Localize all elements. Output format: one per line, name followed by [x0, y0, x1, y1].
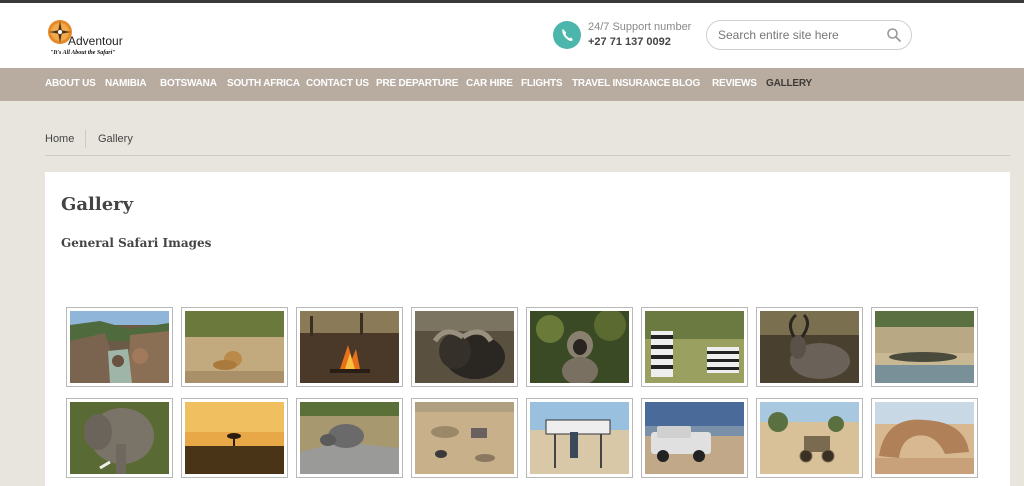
phone-badge[interactable]	[553, 21, 581, 49]
support-label: 24/7 Support number	[588, 21, 692, 33]
nav-namibia[interactable]: NAMIBIA	[105, 78, 147, 89]
gallery-thumb-lion-grass[interactable]	[181, 307, 288, 387]
gallery-thumb-canyon-river[interactable]	[66, 307, 173, 387]
gallery-thumb-rhino-road[interactable]	[296, 398, 403, 478]
elephant-image	[70, 402, 169, 474]
gallery-thumb-elephant[interactable]	[66, 398, 173, 478]
nav-south-africa[interactable]: SOUTH AFRICA	[227, 78, 300, 89]
campfire-image	[300, 311, 399, 383]
nav-reviews[interactable]: REVIEWS	[712, 78, 757, 89]
lion-grass-image	[185, 311, 284, 383]
nav-car-hire[interactable]: CAR HIRE	[466, 78, 513, 89]
logo-name: Adventour	[68, 34, 123, 48]
gallery-thumb-kudu[interactable]	[756, 307, 863, 387]
section-title: General Safari Images	[61, 236, 212, 250]
nav-about-us[interactable]: ABOUT US	[45, 78, 96, 89]
nav-contact-us[interactable]: CONTACT US	[306, 78, 369, 89]
pickup-truck-beach-image	[645, 402, 744, 474]
old-car-desert-image	[760, 402, 859, 474]
desert-camp-image	[415, 402, 514, 474]
nav-pre-departure[interactable]: PRE DEPARTURE	[376, 78, 458, 89]
search-icon[interactable]	[886, 27, 902, 43]
gallery-panel: Gallery General Safari Images	[45, 172, 1010, 486]
breadcrumb-current: Gallery	[98, 133, 133, 145]
gallery-thumb-vervet-monkey[interactable]	[526, 307, 633, 387]
nav-travel-insurance[interactable]: TRAVEL INSURANCE	[572, 78, 670, 89]
support-number[interactable]: +27 71 137 0092	[588, 36, 671, 48]
gallery-thumb-crocodile-riverbank[interactable]	[871, 307, 978, 387]
nav-blog[interactable]: BLOG	[672, 78, 700, 89]
gallery-thumb-zebras[interactable]	[641, 307, 748, 387]
breadcrumb-divider	[45, 155, 1010, 156]
main-nav: ABOUT US NAMIBIA BOTSWANA SOUTH AFRICA C…	[0, 68, 1024, 101]
gallery-thumb-savanna-sunset[interactable]	[181, 398, 288, 478]
rock-formation-image	[875, 402, 974, 474]
site-logo[interactable]: Adventour "It's All About the Safari"	[44, 16, 144, 60]
logo-tagline: "It's All About the Safari"	[50, 50, 116, 56]
gallery-thumb-desert-camp[interactable]	[411, 398, 518, 478]
savanna-sunset-image	[185, 402, 284, 474]
nav-botswana[interactable]: BOTSWANA	[160, 78, 217, 89]
site-header: Adventour "It's All About the Safari" 24…	[0, 3, 1024, 68]
site-search	[706, 20, 912, 50]
kudu-image	[760, 311, 859, 383]
crocodile-riverbank-image	[875, 311, 974, 383]
gallery-thumb-buffalo[interactable]	[411, 307, 518, 387]
gallery-thumb-campfire[interactable]	[296, 307, 403, 387]
nav-gallery[interactable]: GALLERY	[766, 78, 812, 89]
gallery-thumb-old-car-desert[interactable]	[756, 398, 863, 478]
vervet-monkey-image	[530, 311, 629, 383]
phone-icon	[562, 29, 573, 41]
zebras-image	[645, 311, 744, 383]
gallery-thumb-rock-formation[interactable]	[871, 398, 978, 478]
gallery-thumb-pickup-truck-beach[interactable]	[641, 398, 748, 478]
page-title: Gallery	[61, 194, 134, 215]
buffalo-image	[415, 311, 514, 383]
nav-flights[interactable]: FLIGHTS	[521, 78, 563, 89]
gallery-thumb-tropic-sign[interactable]	[526, 398, 633, 478]
rhino-road-image	[300, 402, 399, 474]
breadcrumb-home[interactable]: Home	[45, 133, 74, 145]
search-input[interactable]	[718, 27, 878, 43]
canyon-river-image	[70, 311, 169, 383]
breadcrumb-separator	[85, 130, 86, 148]
tropic-sign-image	[530, 402, 629, 474]
